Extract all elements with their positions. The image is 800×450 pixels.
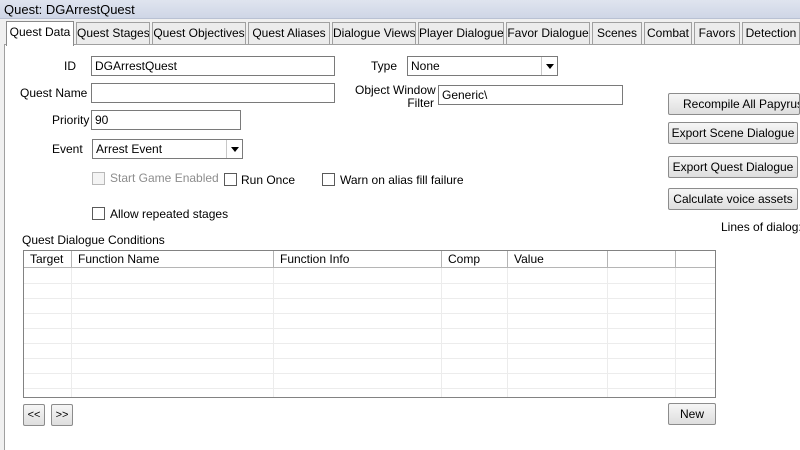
event-select[interactable]: Arrest Event <box>92 139 243 159</box>
tab-favor-dialogue[interactable]: Favor Dialogue <box>506 22 590 44</box>
tab-quest-data[interactable]: Quest Data <box>6 21 74 46</box>
window-title: Quest: DGArrestQuest <box>0 0 800 19</box>
grid-row-line <box>24 298 715 299</box>
tab-favors[interactable]: Favors <box>694 22 740 44</box>
object-window-filter-input[interactable] <box>438 85 623 105</box>
start-game-enabled-checkbox[interactable] <box>92 172 105 185</box>
id-label: ID <box>64 59 76 73</box>
grid-divider <box>441 268 442 397</box>
grid-divider <box>607 268 608 397</box>
new-condition-button[interactable]: New <box>668 403 716 425</box>
chevron-down-icon[interactable] <box>226 140 242 158</box>
lines-of-dialog-label: Lines of dialog: <box>721 220 800 234</box>
grid-row-line <box>24 343 715 344</box>
owf-label-line2: Filter <box>407 96 434 110</box>
column-header-extra-2[interactable] <box>676 251 715 268</box>
tab-dialogue-views[interactable]: Dialogue Views <box>332 22 416 44</box>
allow-repeated-stages-checkbox[interactable] <box>92 207 105 220</box>
grid-row-line <box>24 388 715 389</box>
event-select-value: Arrest Event <box>96 142 163 156</box>
conditions-table[interactable]: Target Function Name Function Info Comp … <box>23 250 716 398</box>
tab-scenes[interactable]: Scenes <box>592 22 642 44</box>
grid-divider <box>507 268 508 397</box>
column-header-function-info[interactable]: Function Info <box>274 251 442 268</box>
warn-alias-fill-label: Warn on alias fill failure <box>340 173 464 187</box>
type-select[interactable]: None <box>407 56 558 76</box>
grid-divider <box>71 268 72 397</box>
quest-name-label: Quest Name <box>20 86 88 100</box>
next-button[interactable]: >> <box>51 404 73 426</box>
grid-row-line <box>24 283 715 284</box>
column-header-comp[interactable]: Comp <box>442 251 508 268</box>
recompile-papyrus-button[interactable]: Recompile All Papyrus Scripts <box>668 93 800 115</box>
grid-row-line <box>24 313 715 314</box>
type-select-value: None <box>411 59 440 73</box>
id-input[interactable] <box>91 56 335 76</box>
warn-alias-fill-checkbox[interactable] <box>322 173 335 186</box>
quest-name-input[interactable] <box>91 83 335 103</box>
prev-button[interactable]: << <box>23 404 45 426</box>
grid-row-line <box>24 373 715 374</box>
start-game-enabled-label: Start Game Enabled <box>110 171 219 185</box>
export-scene-dialogue-button[interactable]: Export Scene Dialogue <box>668 122 798 144</box>
chevron-down-icon[interactable] <box>541 57 557 75</box>
object-window-filter-label: Object Window Filter <box>355 84 436 110</box>
column-header-target[interactable]: Target <box>24 251 72 268</box>
priority-label: Priority <box>52 113 90 127</box>
quest-dialogue-conditions-label: Quest Dialogue Conditions <box>22 233 165 247</box>
tab-player-dialogue[interactable]: Player Dialogue <box>418 22 504 44</box>
calculate-voice-assets-button[interactable]: Calculate voice assets <box>668 188 798 210</box>
grid-row-line <box>24 358 715 359</box>
tab-combat[interactable]: Combat <box>644 22 692 44</box>
event-label: Event <box>52 142 83 156</box>
allow-repeated-stages-label: Allow repeated stages <box>110 207 229 221</box>
tab-detection[interactable]: Detection <box>742 22 800 44</box>
type-label: Type <box>371 59 398 73</box>
tab-quest-aliases[interactable]: Quest Aliases <box>248 22 330 44</box>
column-header-extra-1[interactable] <box>608 251 676 268</box>
column-header-value[interactable]: Value <box>508 251 608 268</box>
tab-quest-objectives[interactable]: Quest Objectives <box>152 22 246 44</box>
priority-input[interactable] <box>91 110 241 130</box>
grid-row-line <box>24 328 715 329</box>
tab-quest-stages[interactable]: Quest Stages <box>76 22 150 44</box>
grid-divider <box>675 268 676 397</box>
column-header-function-name[interactable]: Function Name <box>72 251 274 268</box>
run-once-checkbox[interactable] <box>224 173 237 186</box>
run-once-label: Run Once <box>241 173 296 187</box>
tab-strip: Quest Data Quest Stages Quest Objectives… <box>6 21 800 46</box>
grid-divider <box>273 268 274 397</box>
export-quest-dialogue-button[interactable]: Export Quest Dialogue <box>668 156 798 178</box>
